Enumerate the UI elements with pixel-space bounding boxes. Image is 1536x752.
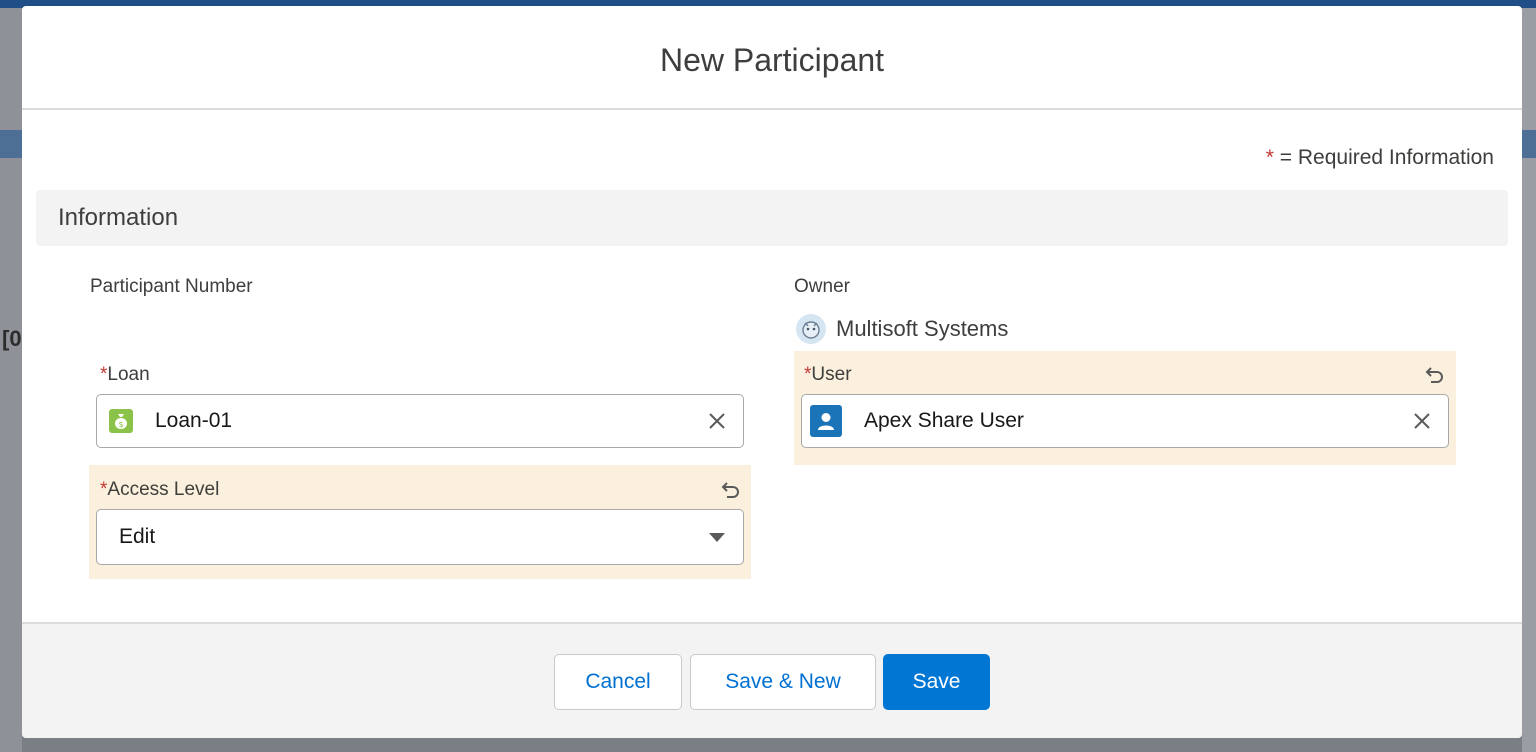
background-left: [0 xyxy=(0,8,22,752)
user-icon xyxy=(810,405,842,437)
user-undo-icon[interactable] xyxy=(1422,363,1446,387)
user-label-text: User xyxy=(811,364,852,385)
access-level-value: Edit xyxy=(119,525,156,548)
access-level-label: *Access Level xyxy=(100,479,219,501)
loan-clear-icon[interactable] xyxy=(707,411,727,431)
access-level-select[interactable]: Edit xyxy=(96,509,744,565)
loan-label: *Loan xyxy=(100,364,150,386)
required-legend: * = Required Information xyxy=(1266,146,1494,170)
loan-label-text: Loan xyxy=(107,364,150,385)
modal-footer: Cancel Save & New Save xyxy=(22,622,1522,738)
access-level-label-text: Access Level xyxy=(107,479,220,500)
user-label: *User xyxy=(804,364,852,386)
background-band xyxy=(0,130,22,158)
save-button[interactable]: Save xyxy=(883,654,990,710)
loan-value: Loan-01 xyxy=(155,409,233,432)
save-and-new-button[interactable]: Save & New xyxy=(690,654,876,710)
svg-text:$: $ xyxy=(118,420,123,429)
owner-label: Owner xyxy=(794,276,850,297)
cancel-button[interactable]: Cancel xyxy=(554,654,682,710)
loan-lookup-field[interactable]: $ Loan-01 xyxy=(96,394,744,448)
new-participant-modal: New Participant * = Required Information… xyxy=(22,6,1522,738)
background-glyph: [0 xyxy=(2,326,22,351)
required-legend-text: = Required Information xyxy=(1279,146,1494,169)
access-level-undo-icon[interactable] xyxy=(718,478,742,502)
participant-number-label: Participant Number xyxy=(90,276,253,297)
modal-title: New Participant xyxy=(659,41,885,78)
section-title: Information xyxy=(58,204,179,231)
modal-header: New Participant xyxy=(22,6,1522,110)
background-right xyxy=(1522,8,1536,752)
user-clear-icon[interactable] xyxy=(1412,411,1432,431)
owner-name[interactable]: Multisoft Systems xyxy=(836,316,1008,342)
user-avatar-icon xyxy=(796,314,826,344)
money-bag-icon: $ xyxy=(109,409,133,433)
section-information[interactable]: Information xyxy=(36,190,1508,246)
user-value: Apex Share User xyxy=(864,409,1024,432)
background-band-right xyxy=(1522,130,1536,158)
user-lookup-field[interactable]: Apex Share User xyxy=(801,394,1449,448)
chevron-down-icon xyxy=(709,532,725,542)
owner-value: Multisoft Systems xyxy=(796,314,1008,344)
required-asterisk: * xyxy=(1265,146,1274,169)
